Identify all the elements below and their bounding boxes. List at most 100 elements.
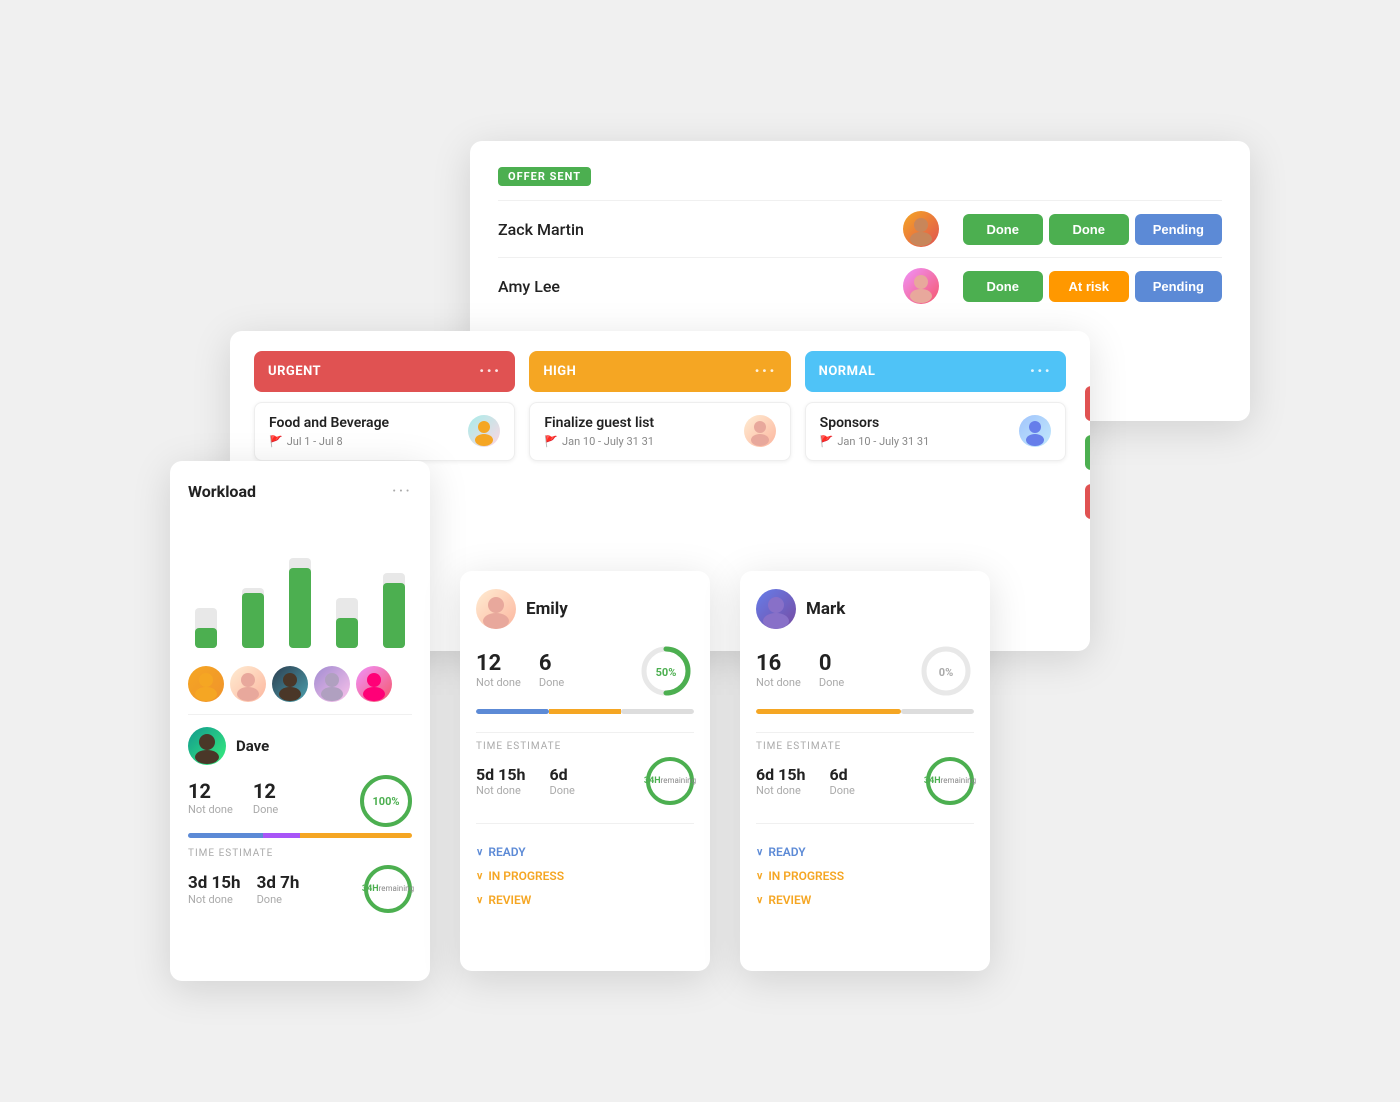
offer-row-amy: Amy Lee Done At risk Pending — [498, 257, 1222, 314]
mark-ready-chevron: ∨ — [756, 847, 763, 858]
amy-statuses: Done At risk Pending — [963, 271, 1222, 302]
emily-task-counts: 12 Not done 6 Done — [476, 651, 564, 689]
bar-3 — [282, 558, 319, 648]
avatar-task-guest — [744, 415, 776, 447]
workload-divider — [188, 714, 412, 715]
bar-fill-4 — [336, 618, 358, 648]
kanban-header-high: HIGH ··· — [529, 351, 790, 392]
side-stuck-2[interactable]: Stuck — [1085, 484, 1090, 519]
bar-4 — [328, 598, 365, 648]
task-title-sponsors: Sponsors — [820, 415, 1011, 431]
avatar-task-food — [468, 415, 500, 447]
mark-ready[interactable]: ∨ READY — [756, 840, 974, 864]
workload-card: Workload ··· — [170, 461, 430, 981]
kanban-task-sponsors: Sponsors 🚩 Jan 10 - July 31 31 — [805, 402, 1066, 461]
task-date-sponsors: 🚩 Jan 10 - July 31 31 — [820, 435, 1011, 448]
pb-purple — [263, 833, 300, 838]
task-info-sponsors: Sponsors 🚩 Jan 10 - July 31 31 — [820, 415, 1011, 448]
workload-menu-dots[interactable]: ··· — [392, 481, 412, 502]
dave-done-time: 3d 7h Done — [257, 873, 300, 906]
dave-not-done-time: 3d 15h Not done — [188, 873, 241, 906]
kanban-header-normal: NORMAL ··· — [805, 351, 1066, 392]
kanban-dots-normal[interactable]: ··· — [1030, 361, 1052, 382]
svg-text:50%: 50% — [656, 666, 677, 679]
mark-expand: ∨ READY ∨ IN PROGRESS ∨ REVIEW — [756, 840, 974, 912]
bar-outer-4 — [336, 598, 358, 648]
workload-bar-chart — [188, 518, 412, 648]
side-done-1[interactable]: Done — [1085, 435, 1090, 470]
zack-status-2[interactable]: Done — [1049, 214, 1129, 245]
dave-not-done: 12 Not done — [188, 779, 233, 816]
wl-avatar-5 — [356, 666, 392, 702]
task-title-guest: Finalize guest list — [544, 415, 735, 431]
emily-divider-2 — [476, 823, 694, 824]
emily-avatar — [476, 589, 516, 629]
flag-icon-sponsors: 🚩 — [820, 435, 834, 448]
mark-task-counts: 16 Not done 0 Done — [756, 651, 844, 689]
emily-done-time: 6d Done — [549, 765, 574, 797]
mark-progress — [756, 709, 974, 714]
scene: OFFER SENT Zack Martin Done Done Pending… — [150, 101, 1250, 1001]
kanban-dots-urgent[interactable]: ··· — [479, 361, 501, 382]
mark-time-est: TIME ESTIMATE 6d 15h Not done 6d Done 34… — [756, 741, 974, 805]
emily-remaining: 34Hremaining — [646, 757, 694, 805]
task-info-food: Food and Beverage 🚩 Jul 1 - Jul 8 — [269, 415, 460, 448]
bar-outer-1 — [195, 608, 217, 648]
emily-pb-2 — [549, 709, 622, 714]
emily-in-progress[interactable]: ∨ IN PROGRESS — [476, 864, 694, 888]
kanban-dots-high[interactable]: ··· — [754, 361, 776, 382]
kanban-label-normal: NORMAL — [819, 364, 876, 379]
mark-not-done: 16 Not done — [756, 651, 801, 689]
zack-status-3[interactable]: Pending — [1135, 214, 1222, 245]
offer-name-amy: Amy Lee — [498, 277, 891, 296]
emily-divider — [476, 732, 694, 733]
mark-pb-1 — [756, 709, 901, 714]
task-info-guest: Finalize guest list 🚩 Jan 10 - July 31 3… — [544, 415, 735, 448]
amy-status-1[interactable]: Done — [963, 271, 1043, 302]
amy-status-3[interactable]: Pending — [1135, 271, 1222, 302]
bar-outer-5 — [383, 573, 405, 648]
emily-time-row: 5d 15h Not done 6d Done 34Hremaining — [476, 757, 694, 805]
mark-review[interactable]: ∨ REVIEW — [756, 888, 974, 912]
side-stuck-1[interactable]: Stuck — [1085, 386, 1090, 421]
flag-icon-guest: 🚩 — [544, 435, 558, 448]
mark-time-row: 6d 15h Not done 6d Done 34Hremaining — [756, 757, 974, 805]
offer-name-zack: Zack Martin — [498, 220, 891, 239]
dave-section: Dave 12 Not done 12 Done 100% — [188, 727, 412, 913]
wl-avatar-3 — [272, 666, 308, 702]
emily-review[interactable]: ∨ REVIEW — [476, 888, 694, 912]
mark-donut-wrap: 0% — [918, 643, 974, 703]
emily-header: Emily — [476, 589, 694, 629]
avatar-amy — [903, 268, 939, 304]
bar-2 — [235, 588, 272, 648]
emily-ready[interactable]: ∨ READY — [476, 840, 694, 864]
offer-badge: OFFER SENT — [498, 167, 591, 186]
emily-not-done: 12 Not done — [476, 651, 521, 689]
task-title-food: Food and Beverage — [269, 415, 460, 431]
wl-avatar-4 — [314, 666, 350, 702]
emily-review-chevron: ∨ — [476, 895, 483, 906]
pb-yellow — [300, 833, 412, 838]
bar-outer-3 — [289, 558, 311, 648]
workload-avatars — [188, 666, 412, 702]
emily-pb-1 — [476, 709, 549, 714]
amy-status-2[interactable]: At risk — [1049, 271, 1129, 302]
wl-avatar-2 — [230, 666, 266, 702]
bar-fill-5 — [383, 583, 405, 648]
avatar-zack — [903, 211, 939, 247]
bar-fill-1 — [195, 628, 217, 648]
mark-pb-2 — [901, 709, 974, 714]
mark-progress-chevron: ∨ — [756, 871, 763, 882]
mark-avatar — [756, 589, 796, 629]
mark-not-done-time: 6d 15h Not done — [756, 765, 805, 797]
kanban-header-urgent: URGENT ··· — [254, 351, 515, 392]
mark-in-progress[interactable]: ∨ IN PROGRESS — [756, 864, 974, 888]
mark-donut-svg: 0% — [918, 643, 974, 699]
emily-done: 6 Done — [539, 651, 564, 689]
emily-donut-wrap: 50% — [638, 643, 694, 703]
zack-status-1[interactable]: Done — [963, 214, 1043, 245]
task-date-food: 🚩 Jul 1 - Jul 8 — [269, 435, 460, 448]
workload-title: Workload — [188, 482, 256, 501]
bar-fill-3 — [289, 568, 311, 648]
mark-review-chevron: ∨ — [756, 895, 763, 906]
